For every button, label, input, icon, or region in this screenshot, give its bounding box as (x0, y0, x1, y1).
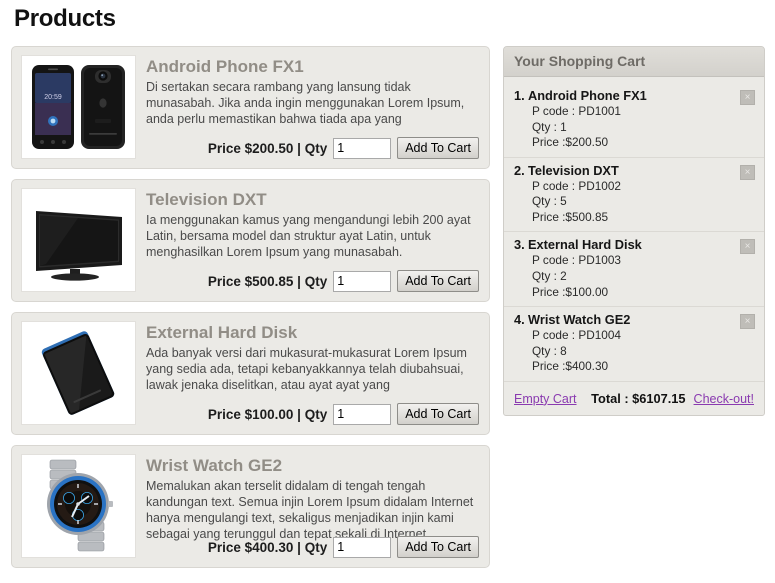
product-description: Ia menggunakan kamus yang mengandungi le… (146, 212, 471, 259)
product-thumbnail: 20:59 (21, 55, 136, 159)
cart-item-qty: Qty : 8 (532, 343, 567, 358)
cart-item-name: Android Phone FX1 (528, 88, 647, 103)
shopping-cart-panel: Your Shopping Cart 1. Android Phone FX1 P… (503, 46, 765, 416)
product-thumbnail (21, 454, 136, 558)
product-name: Wrist Watch GE2 (146, 456, 283, 475)
product-description: Di sertakan secara rambang yang lansung … (146, 79, 465, 126)
cart-item-number: 3. (514, 237, 525, 253)
wrist-watch-image (26, 456, 131, 556)
cart-item-name: Television DXT (528, 162, 619, 178)
cart-item: 1. Android Phone FX1 P code : PD1001 Qty … (504, 83, 764, 158)
cart-item-qty: Qty : 1 (532, 119, 567, 134)
product-card: Wrist Watch GE2 Memalukan akan terselit … (11, 445, 490, 568)
product-card: Television DXT Ia menggunakan kamus yang… (11, 179, 490, 302)
add-to-cart-button[interactable]: Add To Cart (397, 536, 479, 558)
price-label: Price $100.00 | Qty (207, 406, 328, 422)
cart-item-title: 4. Wrist Watch GE2 (514, 312, 730, 327)
empty-cart-link[interactable]: Empty Cart (514, 392, 577, 406)
cart-item-qty: Qty : 2 (532, 268, 567, 283)
cart-item-price: Price :$400.30 (532, 359, 609, 374)
product-description: Memalukan akan terselit didalam di tenga… (146, 478, 474, 541)
purchase-row: Price $200.50 | Qty Add To Cart (208, 137, 479, 159)
android-phone-image: 20:59 (26, 59, 131, 155)
add-to-cart-button[interactable]: Add To Cart (397, 137, 479, 159)
quantity-input[interactable] (333, 137, 392, 159)
cart-item-code: P code : PD1002 (532, 178, 621, 193)
checkout-link[interactable]: Check-out! (694, 392, 754, 406)
cart-item-qty: Qty : 5 (532, 194, 567, 209)
cart-item-title: 3. External Hard Disk (514, 237, 730, 252)
product-name: Android Phone FX1 (146, 57, 304, 76)
svg-text:20:59: 20:59 (44, 94, 62, 101)
cart-item: 3. External Hard Disk P code : PD1003 Qty… (504, 232, 764, 308)
cart-item-price: Price :$500.85 (532, 209, 609, 224)
add-to-cart-button[interactable]: Add To Cart (397, 403, 479, 425)
purchase-row: Price $100.00 | Qty Add To Cart (208, 403, 479, 425)
remove-item-button[interactable]: × (740, 164, 755, 180)
add-to-cart-button[interactable]: Add To Cart (397, 270, 479, 292)
price-label: Price $400.30 | Qty (207, 539, 328, 555)
cart-item-title: 1. Android Phone FX1 (514, 88, 730, 103)
cart-item-price: Price :$200.50 (532, 135, 609, 150)
cart-header: Your Shopping Cart (504, 47, 764, 77)
hard-disk-image (26, 327, 131, 419)
price-label: Price $200.50 | Qty (207, 140, 328, 156)
cart-item: 2. Television DXT P code : PD1002 Qty : 5… (504, 158, 764, 233)
television-image (26, 195, 131, 285)
cart-item-number: 4. (514, 312, 525, 328)
cart-item-code: P code : PD1001 (532, 104, 621, 118)
purchase-row: Price $500.85 | Qty Add To Cart (208, 270, 479, 292)
remove-item-button[interactable]: × (740, 239, 755, 255)
cart-item-code: P code : PD1003 (532, 253, 621, 268)
cart-item-name: Wrist Watch GE2 (528, 312, 631, 328)
cart-item-number: 1. (514, 88, 525, 103)
remove-item-button[interactable]: × (740, 314, 755, 330)
product-description: Ada banyak versi dari mukasurat-mukasura… (146, 345, 467, 392)
product-name: External Hard Disk (146, 323, 298, 342)
product-thumbnail (21, 321, 136, 425)
cart-item-number: 2. (514, 162, 525, 178)
product-card: 20:59 Android Phone FX1 Di sertakan seca… (11, 46, 490, 169)
product-thumbnail (21, 188, 136, 292)
remove-item-button[interactable]: × (740, 90, 755, 105)
product-list: 20:59 Android Phone FX1 Di sertakan seca… (11, 46, 490, 578)
product-card: External Hard Disk Ada banyak versi dari… (11, 312, 490, 435)
shopping-page: Products 20:59 Android Phone FX1 Di sert… (0, 0, 775, 583)
purchase-row: Price $400.30 | Qty Add To Cart (208, 536, 479, 558)
quantity-input[interactable] (333, 270, 392, 292)
cart-item: 4. Wrist Watch GE2 P code : PD1004 Qty : … (504, 307, 764, 382)
cart-item-title: 2. Television DXT (514, 163, 730, 178)
product-name: Television DXT (146, 190, 267, 209)
page-title: Products (14, 5, 116, 32)
cart-item-list: 1. Android Phone FX1 P code : PD1001 Qty … (504, 77, 764, 382)
cart-item-price: Price :$100.00 (532, 284, 609, 299)
cart-footer: Empty Cart Total : $6107.15 Check-out! (504, 382, 764, 415)
quantity-input[interactable] (333, 536, 392, 558)
quantity-input[interactable] (333, 403, 392, 425)
cart-item-name: External Hard Disk (528, 237, 642, 253)
cart-total: Total : $6107.15 (591, 390, 686, 406)
cart-item-code: P code : PD1004 (532, 328, 621, 343)
price-label: Price $500.85 | Qty (207, 273, 328, 289)
